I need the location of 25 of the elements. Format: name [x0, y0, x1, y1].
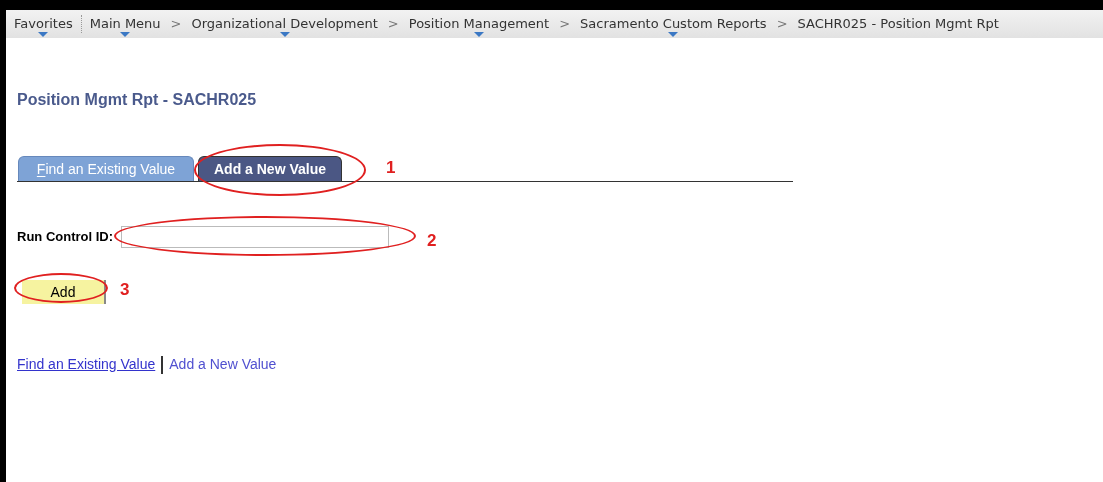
breadcrumb-link[interactable]: Favorites [14, 14, 73, 34]
annotation-number: 2 [427, 230, 437, 252]
dropdown-caret-icon [38, 31, 49, 37]
breadcrumb-link[interactable]: Main Menu [89, 14, 161, 34]
field-label: Run Control ID: [17, 228, 114, 247]
breadcrumb-separator: > [776, 15, 788, 34]
dropdown-caret-icon [473, 31, 484, 37]
run-control-id-field[interactable] [121, 226, 390, 248]
page-title: Position Mgmt Rpt - SACHR025 [17, 90, 258, 110]
annotation-number: 1 [386, 157, 396, 179]
link[interactable]: Find an Existing Value [17, 354, 156, 375]
dropdown-caret-icon [279, 31, 290, 37]
breadcrumb-link[interactable]: Position Management [408, 14, 550, 34]
breadcrumb-link[interactable]: Organizational Development [191, 14, 378, 34]
tab[interactable]: Add a New Value [198, 156, 342, 181]
breadcrumb-separator: > [170, 15, 182, 34]
link[interactable]: Add a New Value [169, 354, 277, 375]
dropdown-caret-icon [120, 31, 131, 37]
add-button[interactable]: Add [22, 280, 106, 304]
breadcrumb-separator: > [559, 15, 571, 34]
breadcrumb-link[interactable]: SACHR025 - Position Mgmt Rpt [797, 14, 999, 34]
annotation-number: 3 [120, 279, 130, 301]
breadcrumb-separator: > [387, 15, 399, 34]
breadcrumb-link[interactable]: Sacramento Custom Reports [580, 14, 767, 34]
dropdown-caret-icon [668, 31, 679, 37]
